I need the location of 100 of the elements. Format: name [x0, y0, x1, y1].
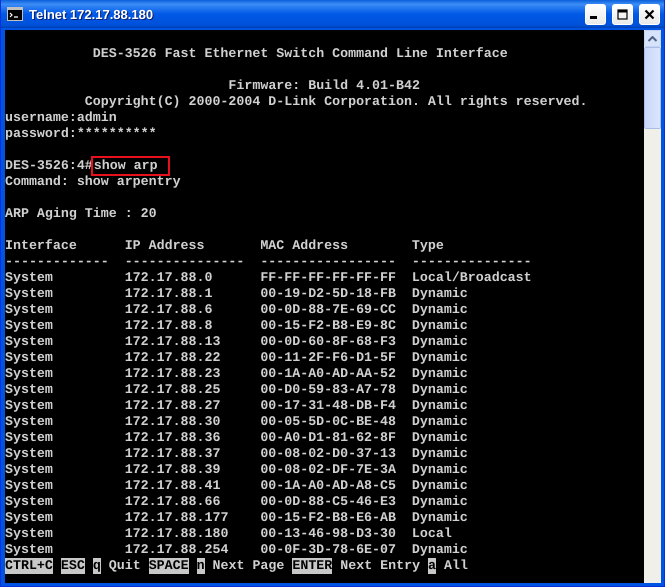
prompt-text: DES-3526:4# [5, 158, 93, 174]
key-hint: SPACE [148, 558, 189, 574]
table-cell: 00-15-F2-B8-E9-8C [260, 318, 396, 334]
table-cell: System [5, 366, 53, 382]
close-icon [643, 8, 656, 20]
table-cell: Dynamic [412, 382, 468, 398]
table-cell: 172.17.88.0 [124, 270, 212, 286]
column-header: Interface [5, 238, 77, 254]
table-cell: 00-0D-88-C5-46-E3 [260, 494, 396, 510]
table-cell: Dynamic [412, 510, 468, 526]
table-cell: System [5, 318, 53, 334]
header-underline: ----------------- [260, 254, 396, 270]
header-underline: --------------- [412, 254, 532, 270]
scroll-up-button[interactable] [644, 30, 661, 47]
table-cell: 172.17.88.180 [124, 526, 228, 542]
table-cell: 172.17.88.25 [124, 382, 220, 398]
table-cell: System [5, 526, 53, 542]
table-cell: System [5, 414, 53, 430]
table-cell: System [5, 510, 53, 526]
table-cell: 00-08-02-D0-37-13 [260, 446, 396, 462]
table-cell: 00-0D-88-7E-69-CC [260, 302, 396, 318]
column-header: IP Address [124, 238, 204, 254]
console-text: DES-3526 Fast Ethernet Switch Command Line Interface [92, 46, 508, 62]
table-cell: Dynamic [412, 302, 468, 318]
table-cell: 172.17.88.22 [124, 350, 220, 366]
table-cell: 00-A0-D1-81-62-8F [260, 430, 396, 446]
table-cell: Dynamic [412, 334, 468, 350]
table-cell: 172.17.88.37 [124, 446, 220, 462]
table-cell: Dynamic [412, 494, 468, 510]
table-cell: 172.17.88.6 [124, 302, 212, 318]
table-cell: 00-1A-A0-AD-A8-C5 [260, 478, 396, 494]
table-cell: 172.17.88.23 [124, 366, 220, 382]
table-cell: Local/Broadcast [412, 270, 532, 286]
table-cell: 172.17.88.254 [124, 542, 228, 558]
table-cell: Dynamic [412, 430, 468, 446]
table-cell: System [5, 446, 53, 462]
minimize-icon [590, 16, 597, 19]
header-underline: ------------- [5, 254, 109, 270]
table-cell: System [5, 542, 53, 558]
maximize-icon [616, 8, 629, 20]
key-hint: ENTER [292, 558, 332, 574]
table-cell: 172.17.88.30 [124, 414, 220, 430]
key-hint: a [428, 558, 436, 574]
table-cell: System [5, 382, 53, 398]
table-cell: 00-11-2F-F6-D1-5F [260, 350, 396, 366]
table-cell: Dynamic [412, 414, 468, 430]
console-text: Copyright(C) 2000-2004 D-Link Corporation. All rights reserved. [84, 94, 588, 110]
maximize-button[interactable] [612, 4, 633, 24]
console-text: Firmware: Build 4.01-B42 [228, 78, 420, 94]
table-cell: 172.17.88.8 [124, 318, 212, 334]
table-cell: 00-0F-3D-78-6E-07 [260, 542, 396, 558]
key-hint: CTRL+C [5, 558, 53, 574]
table-cell: Dynamic [412, 542, 468, 558]
key-hint: n [196, 558, 205, 574]
console-text: username:admin [5, 110, 117, 126]
table-cell: 00-13-46-98-D3-30 [260, 526, 396, 542]
window-title: Telnet 172.17.88.180 [29, 6, 154, 22]
scrollbar[interactable] [644, 30, 661, 583]
table-cell: 00-05-5D-0C-BE-48 [260, 414, 396, 430]
hint-label: Quit [108, 558, 141, 574]
hint-label: All [444, 558, 468, 574]
table-cell: 172.17.88.177 [124, 510, 228, 526]
header-underline: --------------- [124, 254, 244, 270]
table-cell: System [5, 398, 53, 414]
table-cell: Dynamic [412, 446, 468, 462]
console-text: ARP Aging Time : 20 [5, 206, 157, 222]
table-cell: System [5, 462, 53, 478]
column-header: MAC Address [260, 238, 348, 254]
table-cell: Dynamic [412, 318, 468, 334]
table-cell: Dynamic [412, 462, 468, 478]
key-hint: q [92, 558, 101, 574]
command-text: show arp [92, 158, 168, 174]
table-cell: 00-1A-A0-AD-AA-52 [260, 366, 396, 382]
table-cell: System [5, 286, 53, 302]
table-cell: 00-D0-59-83-A7-78 [260, 382, 396, 398]
key-hint: ESC [60, 558, 85, 574]
table-cell: FF-FF-FF-FF-FF-FF [260, 270, 396, 286]
table-cell: Dynamic [412, 366, 468, 382]
table-cell: 00-17-31-48-DB-F4 [260, 398, 396, 414]
table-cell: 172.17.88.41 [124, 478, 220, 494]
console-text: password:********** [5, 126, 157, 142]
table-cell: Dynamic [412, 478, 468, 494]
table-cell: 172.17.88.36 [124, 430, 220, 446]
table-cell: 172.17.88.1 [124, 286, 212, 302]
hint-label: Next Page [212, 558, 284, 574]
console-icon [7, 7, 23, 21]
table-cell: System [5, 302, 53, 318]
table-cell: System [5, 430, 53, 446]
console-text: Command: show arpentry [5, 174, 181, 190]
minimize-button[interactable] [585, 4, 606, 24]
table-cell: System [5, 478, 53, 494]
table-cell: System [5, 334, 53, 350]
table-cell: System [5, 350, 53, 366]
table-cell: Dynamic [412, 350, 468, 366]
close-button[interactable] [639, 4, 660, 24]
hint-label: Next Entry [340, 558, 420, 574]
table-cell: 172.17.88.27 [124, 398, 220, 414]
table-cell: 00-0D-60-8F-68-F3 [260, 334, 396, 350]
scroll-thumb[interactable] [644, 47, 661, 129]
table-cell: Local [412, 526, 452, 542]
